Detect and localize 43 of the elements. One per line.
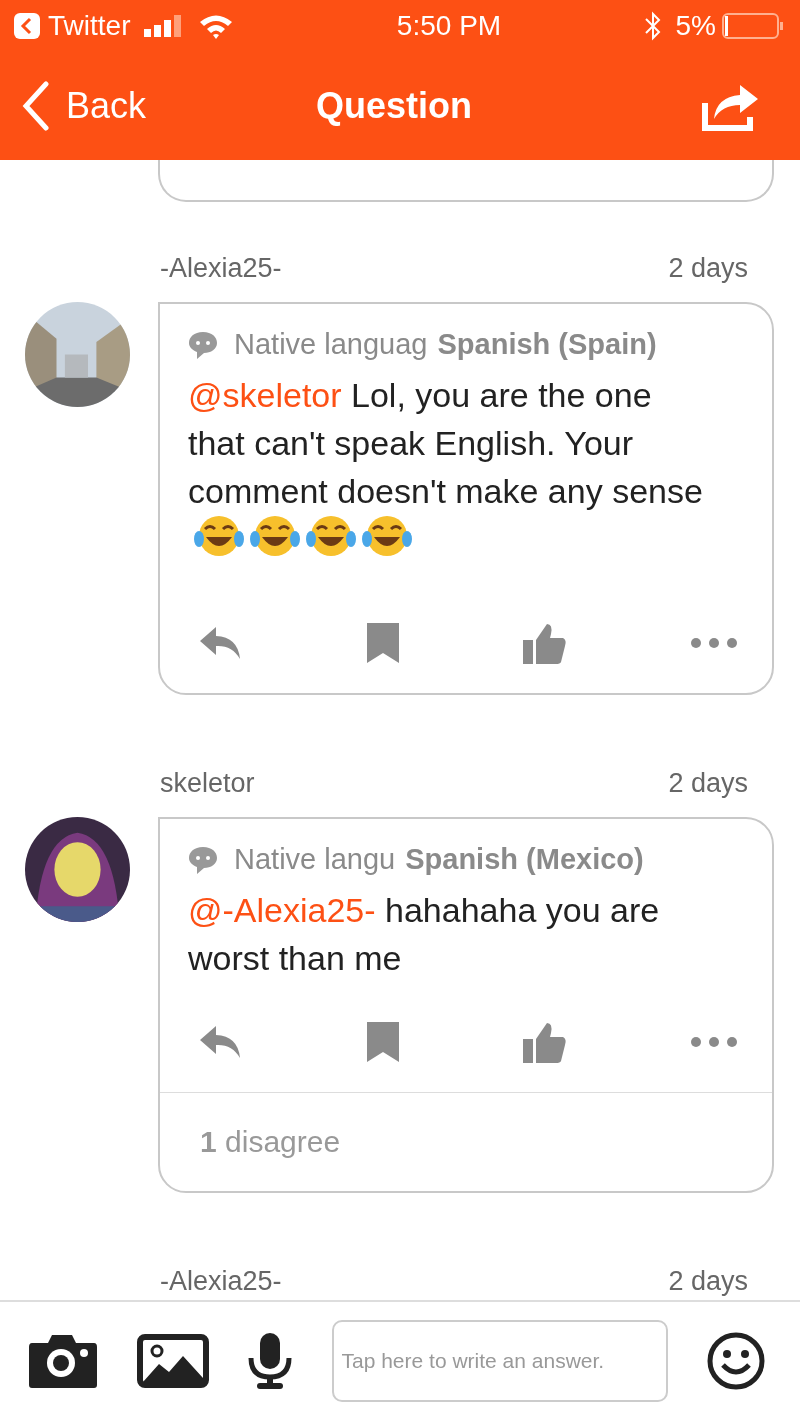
laughing-emoji-icon [194, 515, 244, 557]
wifi-icon [198, 13, 235, 39]
username[interactable]: -Alexia25- [160, 252, 282, 284]
bookmark-icon[interactable] [364, 623, 401, 663]
time: 5:50 PM [396, 10, 502, 42]
mention-link[interactable]: @skeletor [188, 376, 342, 414]
battery-percent: 5% [675, 10, 716, 42]
native-language-label: Native langu [234, 843, 396, 876]
reply-icon[interactable] [198, 1024, 242, 1060]
answer-text: @skeletor Lol, you are the one that can't speak English. Your comment doesn't make any sense [188, 371, 716, 563]
screen-title: Question [316, 85, 473, 127]
thumbs-up-icon[interactable] [523, 1021, 568, 1063]
speech-bubble-icon [188, 329, 218, 360]
mention-link[interactable]: @-Alexia25- [188, 891, 376, 929]
username[interactable]: -Alexia25- [160, 1265, 282, 1297]
laughing-emoji-icon [250, 515, 300, 557]
camera-icon[interactable] [28, 1333, 98, 1389]
bluetooth-icon [643, 11, 662, 41]
laughing-emoji-icon [362, 515, 412, 557]
post-age: 2 days [668, 252, 748, 284]
bookmark-icon[interactable] [364, 1022, 401, 1062]
thumbs-up-icon[interactable] [523, 622, 568, 664]
post-age: 2 days [668, 1265, 748, 1297]
username[interactable]: skeletor [160, 767, 255, 799]
native-language-value: Spanish (Mexico) [405, 843, 644, 876]
back-button[interactable]: Back [22, 81, 147, 131]
answer-input-field[interactable]: Tap here to write an answer. [331, 1320, 668, 1402]
back-app-label[interactable]: Twitter [48, 10, 131, 42]
emoji-icon[interactable] [706, 1331, 766, 1391]
laughing-emoji-icon [306, 515, 356, 557]
microphone-icon[interactable] [247, 1332, 293, 1390]
battery-icon [722, 13, 784, 39]
image-icon[interactable] [136, 1334, 209, 1388]
speech-bubble-icon [188, 844, 218, 875]
more-icon[interactable] [689, 637, 738, 649]
answer-text: @-Alexia25- hahahaha you are worst than me [188, 890, 661, 979]
reply-icon[interactable] [198, 625, 242, 661]
post-age: 2 days [668, 767, 748, 799]
disagree-count[interactable]: 1 disagree [160, 1092, 772, 1191]
more-icon[interactable] [689, 1036, 738, 1048]
chevron-left-icon [22, 81, 50, 131]
native-language-label: Native languag [234, 328, 428, 361]
native-language-value: Spanish (Spain) [437, 328, 657, 361]
